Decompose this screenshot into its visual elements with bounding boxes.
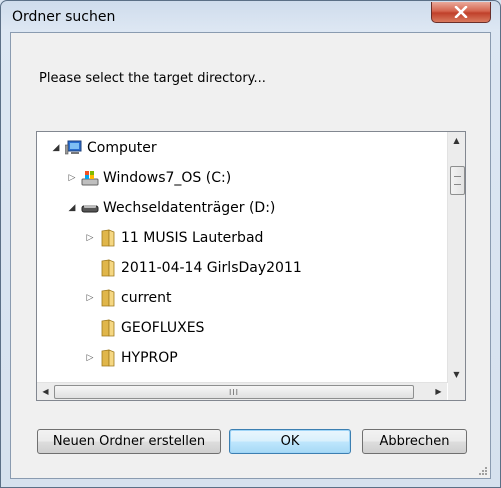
scroll-down-button[interactable]: ▼ bbox=[448, 366, 465, 383]
prompt-text: Please select the target directory... bbox=[39, 71, 266, 86]
horizontal-scroll-thumb[interactable]: III bbox=[54, 385, 414, 399]
tree-item-label: GEOFLUXES bbox=[121, 320, 205, 336]
folder-icon bbox=[99, 259, 117, 277]
right-arrow-icon: ▶ bbox=[435, 387, 442, 396]
scrollbar-corner bbox=[448, 383, 465, 400]
scroll-left-button[interactable]: ◀ bbox=[37, 383, 54, 400]
close-icon bbox=[454, 6, 468, 18]
tree-item-folder[interactable]: 2011-04-14 GirlsDay2011 bbox=[85, 254, 302, 282]
tree-item-folder[interactable]: GEOFLUXES bbox=[85, 314, 204, 342]
scroll-up-button[interactable]: ▲ bbox=[448, 132, 465, 149]
horizontal-scrollbar[interactable]: ◀ III ▶ bbox=[37, 382, 447, 400]
tree-item-folder[interactable]: ▷ current bbox=[85, 284, 172, 312]
computer-icon bbox=[65, 139, 83, 157]
tree-item-label: HYPROP bbox=[121, 350, 178, 366]
tree-item-label: 2011-04-14 GirlsDay2011 bbox=[121, 260, 302, 276]
removable-drive-icon bbox=[81, 199, 99, 217]
expanded-arrow-icon[interactable]: ◢ bbox=[67, 203, 77, 213]
tree-item-label: Computer bbox=[87, 140, 157, 156]
collapsed-arrow-icon[interactable]: ▷ bbox=[67, 173, 77, 183]
tree-item-label: current bbox=[121, 290, 172, 306]
tree-item-drive-d[interactable]: ◢ Wechseldatenträger (D:) bbox=[67, 194, 276, 222]
vertical-scroll-thumb[interactable] bbox=[450, 166, 465, 195]
tree-item-label: Windows7_OS (C:) bbox=[103, 170, 232, 186]
collapsed-arrow-icon[interactable]: ▷ bbox=[85, 353, 95, 363]
folder-tree[interactable]: ◢ Computer ▷ Windows7_OS (C:) ◢ Wechseld… bbox=[36, 131, 466, 401]
title-bar[interactable]: Ordner suchen bbox=[1, 1, 500, 33]
tree-item-folder[interactable]: ▷ 11 MUSIS Lauterbad bbox=[85, 224, 263, 252]
folder-icon bbox=[99, 349, 117, 367]
collapsed-arrow-icon[interactable]: ▷ bbox=[85, 233, 95, 243]
folder-browser-dialog: Ordner suchen Please select the target d… bbox=[0, 0, 501, 488]
folder-icon bbox=[99, 319, 117, 337]
tree-item-label: 11 MUSIS Lauterbad bbox=[121, 230, 264, 246]
folder-icon bbox=[99, 289, 117, 307]
cancel-button[interactable]: Abbrechen bbox=[362, 429, 467, 454]
tree-item-drive-c[interactable]: ▷ Windows7_OS (C:) bbox=[67, 164, 232, 192]
dialog-client-area: Please select the target directory... ◢ … bbox=[10, 32, 491, 479]
left-arrow-icon: ◀ bbox=[42, 387, 49, 396]
up-arrow-icon: ▲ bbox=[453, 136, 460, 145]
no-expander bbox=[85, 263, 95, 273]
ok-button[interactable]: OK bbox=[229, 429, 351, 454]
thumb-grip: III bbox=[228, 387, 240, 397]
vertical-scrollbar[interactable]: ▲ ▼ bbox=[447, 132, 465, 383]
resize-grip-icon[interactable] bbox=[477, 465, 488, 476]
expanded-arrow-icon[interactable]: ◢ bbox=[51, 143, 61, 153]
tree-item-label: Wechseldatenträger (D:) bbox=[103, 200, 276, 216]
new-folder-button[interactable]: Neuen Ordner erstellen bbox=[37, 429, 221, 454]
close-button[interactable] bbox=[431, 2, 491, 23]
collapsed-arrow-icon[interactable]: ▷ bbox=[85, 293, 95, 303]
no-expander bbox=[85, 323, 95, 333]
folder-icon bbox=[99, 229, 117, 247]
scroll-right-button[interactable]: ▶ bbox=[430, 383, 447, 400]
window-title: Ordner suchen bbox=[12, 9, 116, 25]
down-arrow-icon: ▼ bbox=[453, 370, 460, 379]
tree-item-computer[interactable]: ◢ Computer bbox=[51, 134, 157, 162]
drive-icon bbox=[81, 169, 99, 187]
tree-item-folder[interactable]: ▷ HYPROP bbox=[85, 344, 178, 372]
